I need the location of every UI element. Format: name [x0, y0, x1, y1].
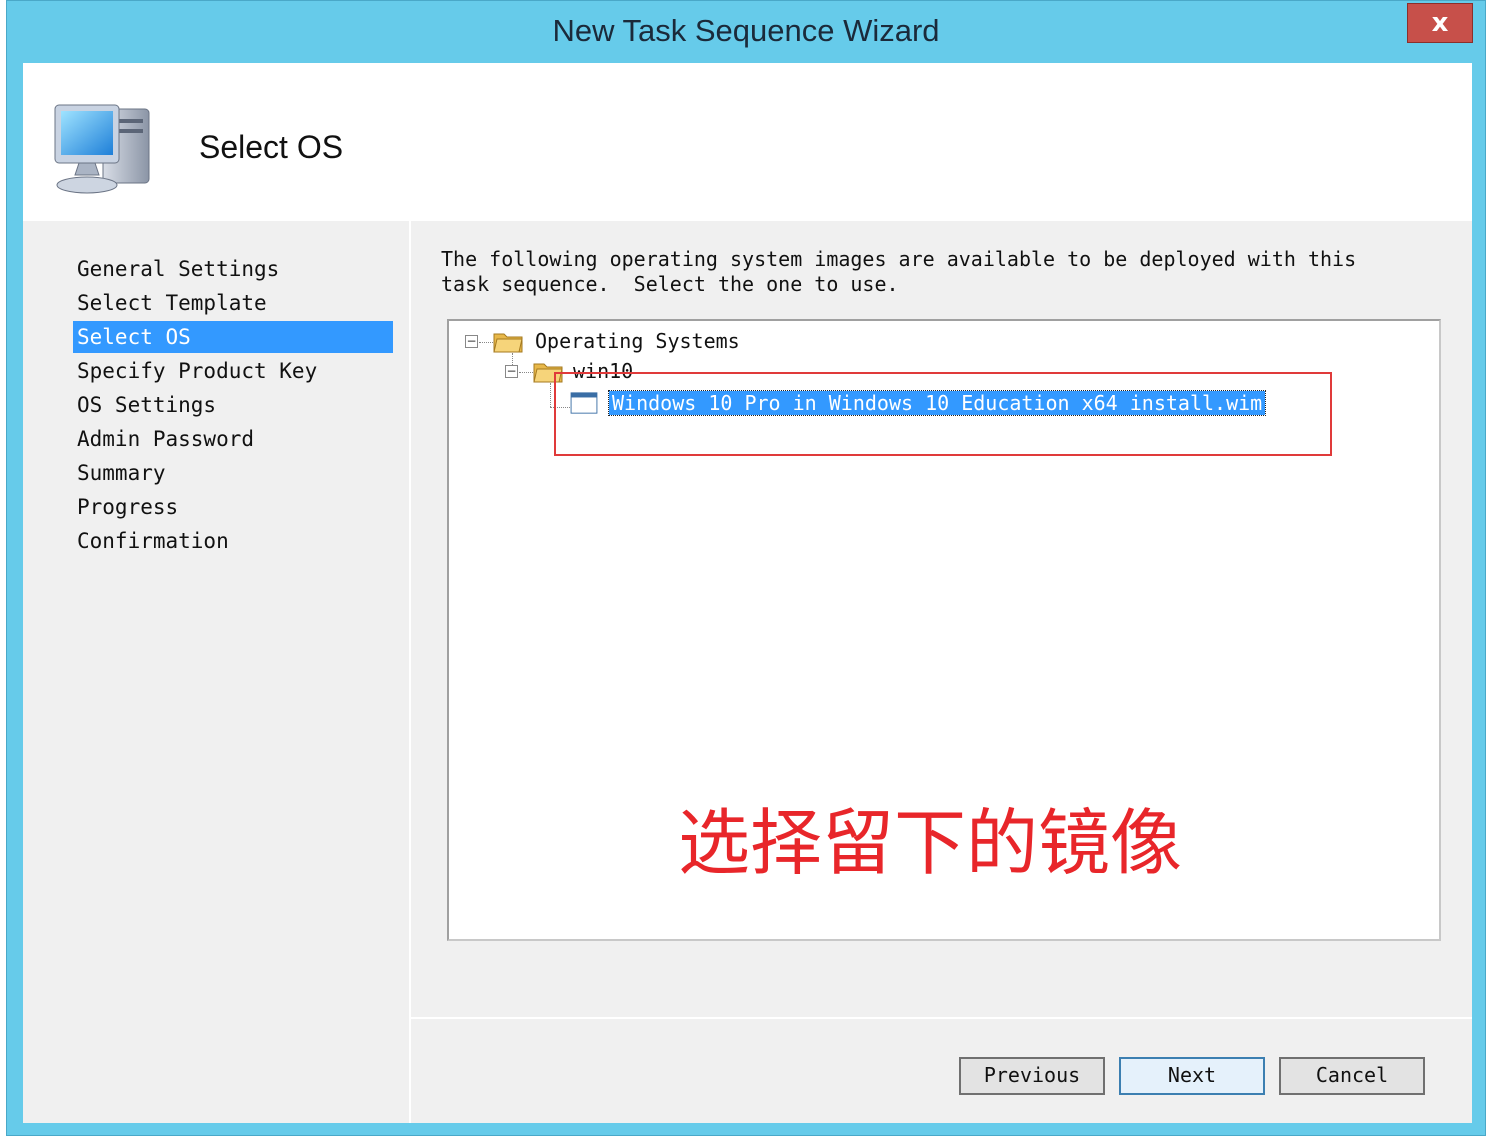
tree-connector [550, 383, 551, 407]
tree-node-operating-systems[interactable]: Operating Systems [535, 327, 740, 355]
step-confirmation: Confirmation [77, 529, 229, 553]
step-general-settings: General Settings [77, 257, 280, 281]
annotation-text: 选择留下的镜像 [678, 801, 1183, 885]
close-button[interactable]: x [1407, 3, 1473, 43]
computer-icon [54, 104, 150, 194]
footer-separator [411, 1017, 1472, 1019]
wizard-content: The following operating system images ar… [411, 221, 1472, 1123]
step-os-settings: OS Settings [77, 393, 217, 417]
tree-connector [519, 372, 533, 373]
wizard-client-area: Select OS General Settings Select Templa… [23, 63, 1472, 1123]
title-bar[interactable]: New Task Sequence Wizard x [7, 1, 1485, 63]
wizard-window: New Task Sequence Wizard x Select OS Gen… [6, 0, 1486, 1136]
window-title: New Task Sequence Wizard [552, 13, 940, 48]
instructions-text: The following operating system images ar… [441, 247, 1357, 296]
wizard-step-list: General Settings Select Template Select … [23, 221, 407, 1123]
page-title: Select OS [199, 129, 344, 165]
folder-icon [493, 333, 523, 353]
tree-connector [479, 342, 493, 343]
cancel-button[interactable]: Cancel [1279, 1057, 1425, 1095]
step-progress: Progress [77, 495, 179, 519]
step-select-template: Select Template [77, 291, 267, 315]
next-button[interactable]: Next [1119, 1057, 1265, 1095]
highlight-box [554, 372, 1332, 456]
step-summary: Summary [77, 461, 166, 485]
root-expander-icon[interactable]: − [465, 335, 478, 348]
step-select-os: Select OS [73, 321, 393, 353]
step-admin-password: Admin Password [77, 427, 255, 451]
win10-expander-icon[interactable]: − [505, 365, 518, 378]
previous-button[interactable]: Previous [959, 1057, 1105, 1095]
step-specify-product-key: Specify Product Key [77, 359, 318, 383]
wizard-header: Select OS [23, 63, 1472, 221]
